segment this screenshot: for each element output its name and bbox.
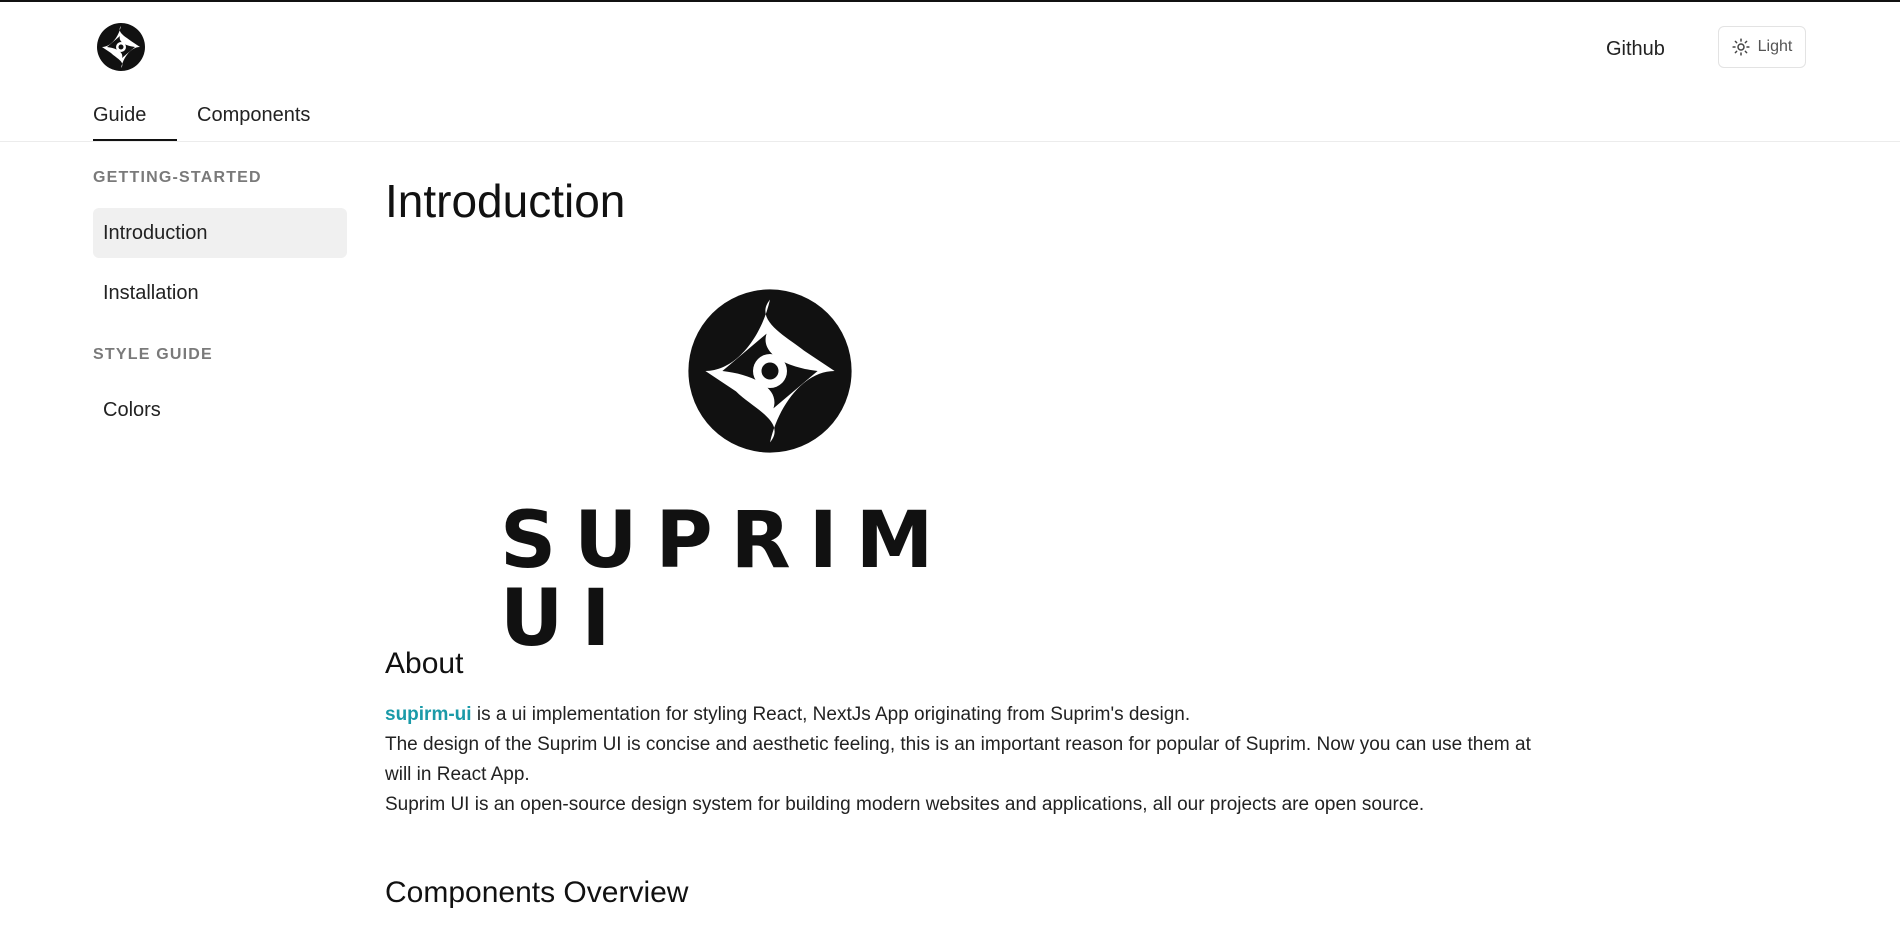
about-paragraph: supirm-ui is a ui implementation for sty… [385,700,1535,820]
tab-components[interactable]: Components [197,104,310,141]
about-line2-text: The design of the Suprim UI is concise a… [385,734,1531,785]
about-heading: About [385,647,464,680]
tab-guide[interactable]: Guide [93,104,177,141]
sidebar-item-introduction[interactable]: Introduction [93,208,347,258]
theme-toggle-label: Light [1757,38,1793,55]
main-tabs: Guide Components [93,104,310,144]
brand-wordmark: SUPRIM UI [500,496,952,664]
sidebar-item-label: Colors [103,398,161,421]
supirm-ui-link[interactable]: supirm-ui [385,704,472,725]
tab-guide-label: Guide [93,104,147,126]
theme-toggle-button[interactable]: Light [1718,26,1806,68]
sidebar-item-label: Installation [103,281,199,304]
page-title: Introduction [385,175,626,227]
sidebar-item-colors[interactable]: Colors [93,385,347,435]
sidebar-item-installation[interactable]: Installation [93,268,347,318]
suprim-logo-icon[interactable] [96,22,146,72]
about-line1-text: is a ui implementation for styling React… [471,704,1191,725]
about-line3-text: Suprim UI is an open-source design syste… [385,794,1425,815]
sun-icon [1732,38,1750,56]
suprim-hero-logo-icon [688,289,852,453]
site-header: Github Light Guide Components [0,2,1900,142]
sidebar-item-label: Introduction [103,221,208,244]
github-link[interactable]: Github [1606,38,1665,61]
sidebar-section-style-guide: STYLE GUIDE [93,346,213,363]
components-overview-heading: Components Overview [385,876,689,909]
sidebar-section-getting-started: GETTING-STARTED [93,169,262,186]
tab-components-label: Components [197,104,311,126]
